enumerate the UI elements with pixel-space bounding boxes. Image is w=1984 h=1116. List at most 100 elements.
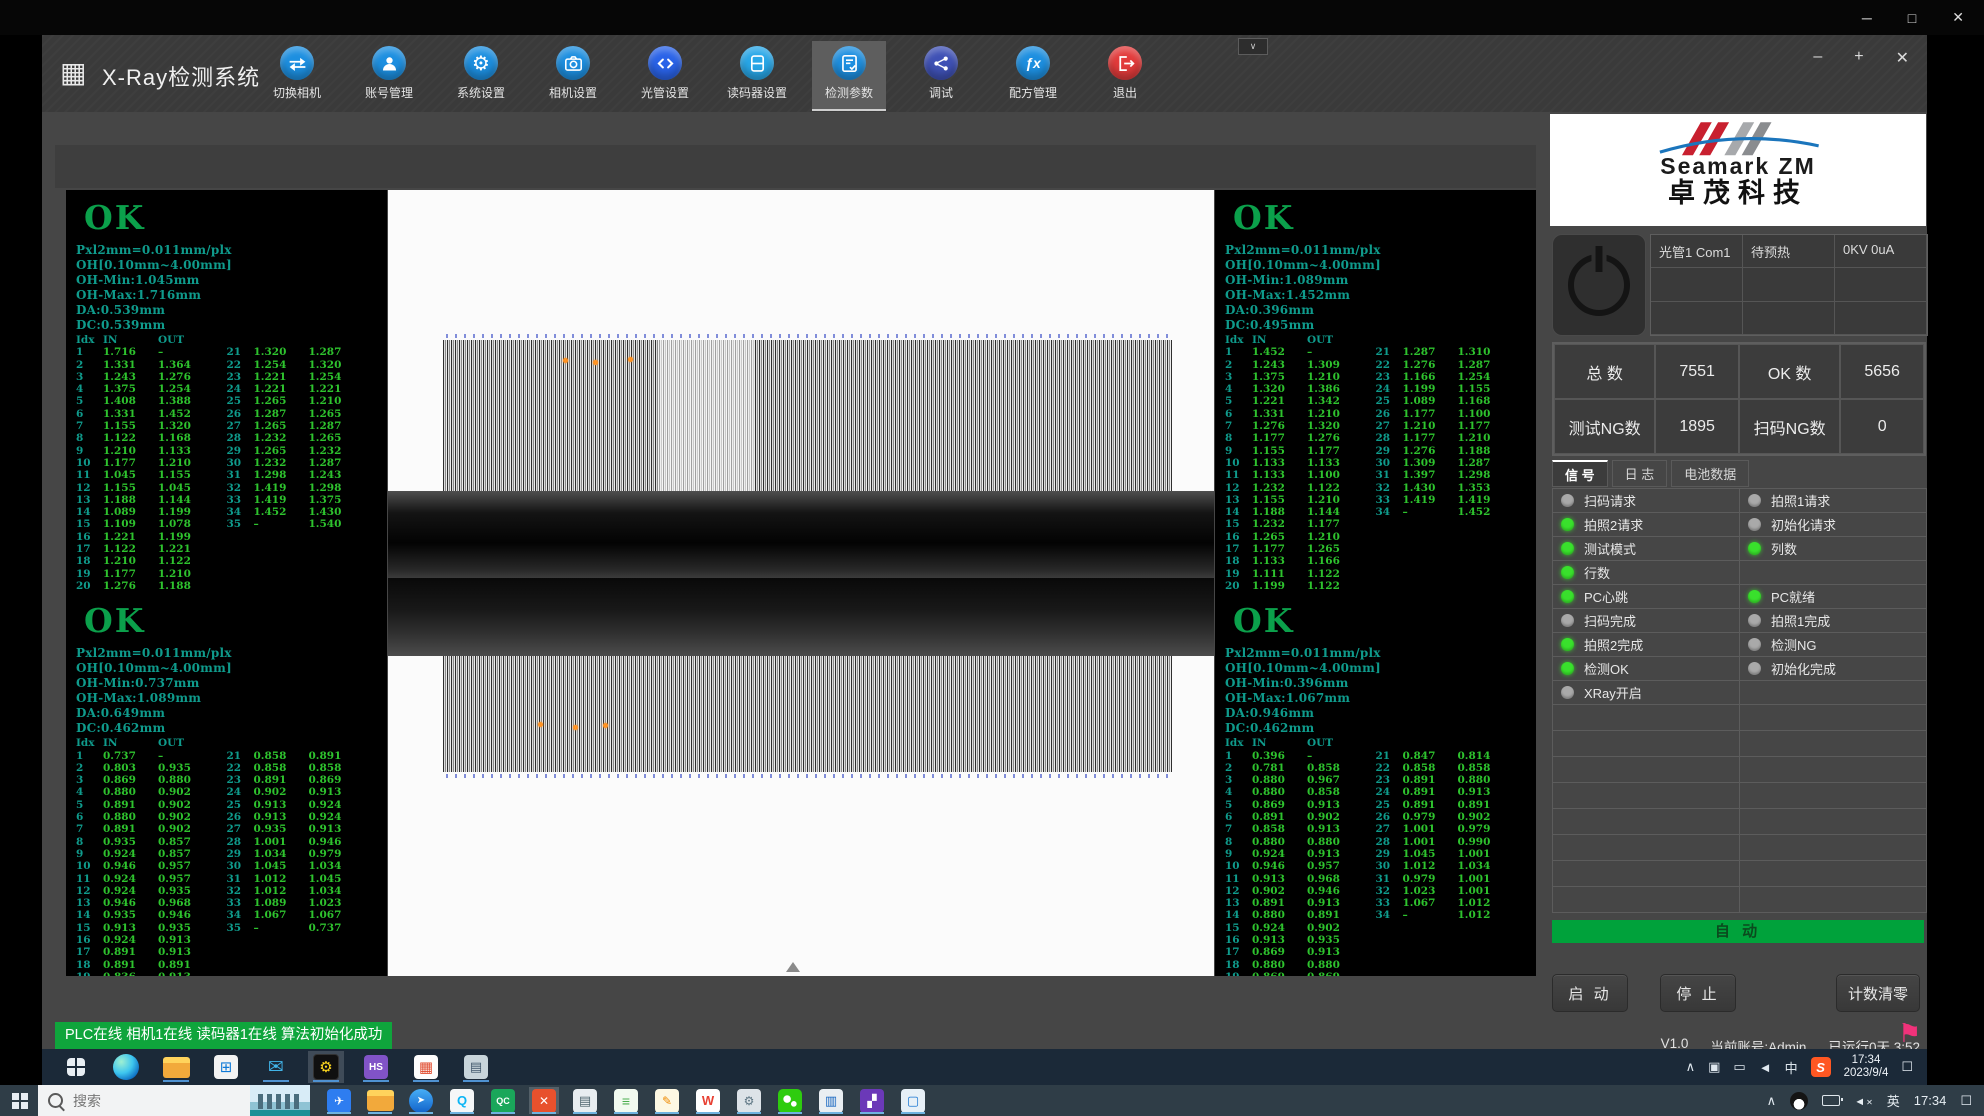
sogou-ime-icon[interactable]: S: [1811, 1057, 1831, 1077]
chevron-up-icon[interactable]: ∧: [1686, 1059, 1696, 1075]
measure-header: IdxINOUT: [76, 737, 227, 749]
toolbar-item-account[interactable]: 账号管理: [352, 41, 426, 111]
toolbar-overflow-chevron-icon[interactable]: [1238, 38, 1268, 55]
ime-indicator[interactable]: 中: [1785, 1058, 1798, 1077]
app-close-button[interactable]: ✕: [1896, 48, 1909, 68]
toolbar-item-gear[interactable]: ⚙系统设置: [444, 41, 518, 111]
led-on-icon: [1561, 662, 1574, 675]
brand-name-en: Seamark ZM: [1660, 154, 1816, 178]
qq-icon[interactable]: [1790, 1092, 1808, 1110]
taskbar-app-tiles-app[interactable]: [408, 1051, 444, 1083]
toolbar-item-params[interactable]: 检测参数: [812, 41, 886, 111]
volume-icon[interactable]: ◄: [1759, 1060, 1772, 1075]
taskbar-app-bird-app[interactable]: [324, 1087, 354, 1114]
signal-label: XRay开启: [1584, 683, 1642, 702]
notification-icon[interactable]: ☐: [1960, 1093, 1972, 1109]
signal-label: 行数: [1584, 563, 1610, 582]
measure-row: 331.4191.375: [227, 494, 378, 506]
taskbar-app-monitor-app[interactable]: [458, 1051, 494, 1083]
local-time[interactable]: 17:34: [1914, 1093, 1947, 1108]
measure-row: 20.8030.935: [76, 762, 227, 774]
power-icon: [1568, 254, 1630, 316]
app-minimize-button[interactable]: –: [1813, 48, 1822, 68]
toolbar-item-exit[interactable]: 退出: [1088, 41, 1162, 111]
chevron-up-icon[interactable]: ∧: [1767, 1093, 1777, 1109]
signal-cell: 检测OK: [1553, 657, 1740, 681]
taskbar-app-monitor2-app[interactable]: [570, 1087, 600, 1114]
app-zoom-button[interactable]: +: [1854, 48, 1863, 68]
remote-close-button[interactable]: ✕: [1952, 9, 1964, 26]
taskbar-app-notepad-edit[interactable]: [652, 1087, 682, 1114]
weather-widget[interactable]: [250, 1085, 310, 1116]
taskbar-app-purple-chart[interactable]: [857, 1087, 887, 1114]
stop-button[interactable]: 停 止: [1660, 974, 1736, 1012]
taskbar-app-docs[interactable]: [816, 1087, 846, 1114]
measure-row: 281.1771.210: [1376, 432, 1527, 444]
measure-row: 271.2101.177: [1376, 420, 1527, 432]
xray-image-viewport[interactable]: [388, 190, 1214, 976]
measure-row: 51.2211.342: [1225, 395, 1376, 407]
measure-row: 61.3311.210: [1225, 408, 1376, 420]
taskbar-app-notepad[interactable]: [611, 1087, 641, 1114]
tab-log[interactable]: 日 志: [1612, 460, 1668, 487]
toolbar-item-switch-camera[interactable]: 切换相机: [260, 41, 334, 111]
taskbar-app-wechat[interactable]: [775, 1087, 805, 1114]
start-button-local[interactable]: [12, 1093, 28, 1109]
taskbar-app-tool[interactable]: [734, 1087, 764, 1114]
taskbar-app-window-app[interactable]: [898, 1087, 928, 1114]
signal-label: 拍照2完成: [1584, 635, 1643, 654]
taskbar-app-wps[interactable]: [693, 1087, 723, 1114]
signal-cell-empty: [1740, 757, 1927, 783]
store-icon: [214, 1055, 238, 1079]
taskbar-search[interactable]: [38, 1085, 250, 1116]
remote-minimize-button[interactable]: ─: [1862, 10, 1872, 26]
toolbar-item-fx[interactable]: ƒx配方管理: [996, 41, 1070, 111]
scan-ng-count-value: 0: [1840, 399, 1924, 454]
taskbar-app-store[interactable]: [208, 1051, 244, 1083]
signal-label: PC就绪: [1771, 587, 1815, 606]
result-text: OK: [1233, 601, 1526, 641]
led-off-icon: [1561, 614, 1574, 627]
remote-maximize-button[interactable]: □: [1908, 10, 1916, 26]
signal-cell: 初始化完成: [1740, 657, 1927, 681]
measure-row: 31.3751.210: [1225, 371, 1376, 383]
language-indicator[interactable]: 英: [1887, 1091, 1900, 1110]
toolbar-item-camera[interactable]: 相机设置: [536, 41, 610, 111]
led-on-icon: [1561, 590, 1574, 603]
taskbar-app-xray-app[interactable]: [308, 1051, 344, 1083]
search-input[interactable]: [71, 1092, 225, 1110]
tab-battery-data[interactable]: 电池数据: [1671, 460, 1749, 487]
measure-row: 201.1991.122: [1225, 580, 1376, 592]
taskbar-app-explorer[interactable]: [158, 1051, 194, 1083]
measure-meta-line: OH-Min:0.737mm: [76, 676, 377, 691]
toolbar-item-reader[interactable]: 读码器设置: [720, 41, 794, 111]
toolbar-item-debug[interactable]: 调试: [904, 41, 978, 111]
start-button[interactable]: 启 动: [1552, 974, 1628, 1012]
taskbar-app-edge[interactable]: [108, 1051, 144, 1083]
measure-row: 321.4191.298: [227, 482, 378, 494]
battery-icon[interactable]: [1822, 1095, 1840, 1106]
xray-power-button[interactable]: [1552, 234, 1646, 336]
measure-meta-line: DC:0.462mm: [76, 721, 377, 736]
taskbar-app-start[interactable]: [58, 1051, 94, 1083]
cast-icon[interactable]: ▣: [1708, 1059, 1720, 1075]
tube-kv-cell: 0KV 0uA: [1835, 235, 1927, 268]
measure-row: 171.1221.221: [76, 543, 227, 555]
measure-meta-line: OH-Min:1.045mm: [76, 273, 377, 288]
volume-mute-icon[interactable]: [1854, 1093, 1873, 1108]
measure-row: 251.0891.168: [1376, 395, 1527, 407]
taskbar-app-seamark-app[interactable]: [529, 1087, 559, 1114]
clear-count-button[interactable]: 计数清零: [1836, 974, 1920, 1012]
notification-icon[interactable]: ☐: [1901, 1059, 1913, 1075]
taskbar-app-hs-app[interactable]: [358, 1051, 394, 1083]
toolbar-item-tube[interactable]: 光管设置: [628, 41, 702, 111]
taskbar-app-qc-app[interactable]: [488, 1087, 518, 1114]
purple-chart-icon: [860, 1089, 884, 1113]
taskbar-app-mail[interactable]: [258, 1051, 294, 1083]
taskbar-app-nav-app[interactable]: [406, 1087, 436, 1114]
taskbar-app-folder-app[interactable]: [365, 1087, 395, 1114]
tab-signal[interactable]: 信 号: [1552, 460, 1608, 487]
remote-clock[interactable]: 17:34 2023/9/4: [1844, 1054, 1889, 1080]
taskbar-app-qq-browser[interactable]: [447, 1087, 477, 1114]
display-icon[interactable]: ▭: [1733, 1059, 1745, 1075]
